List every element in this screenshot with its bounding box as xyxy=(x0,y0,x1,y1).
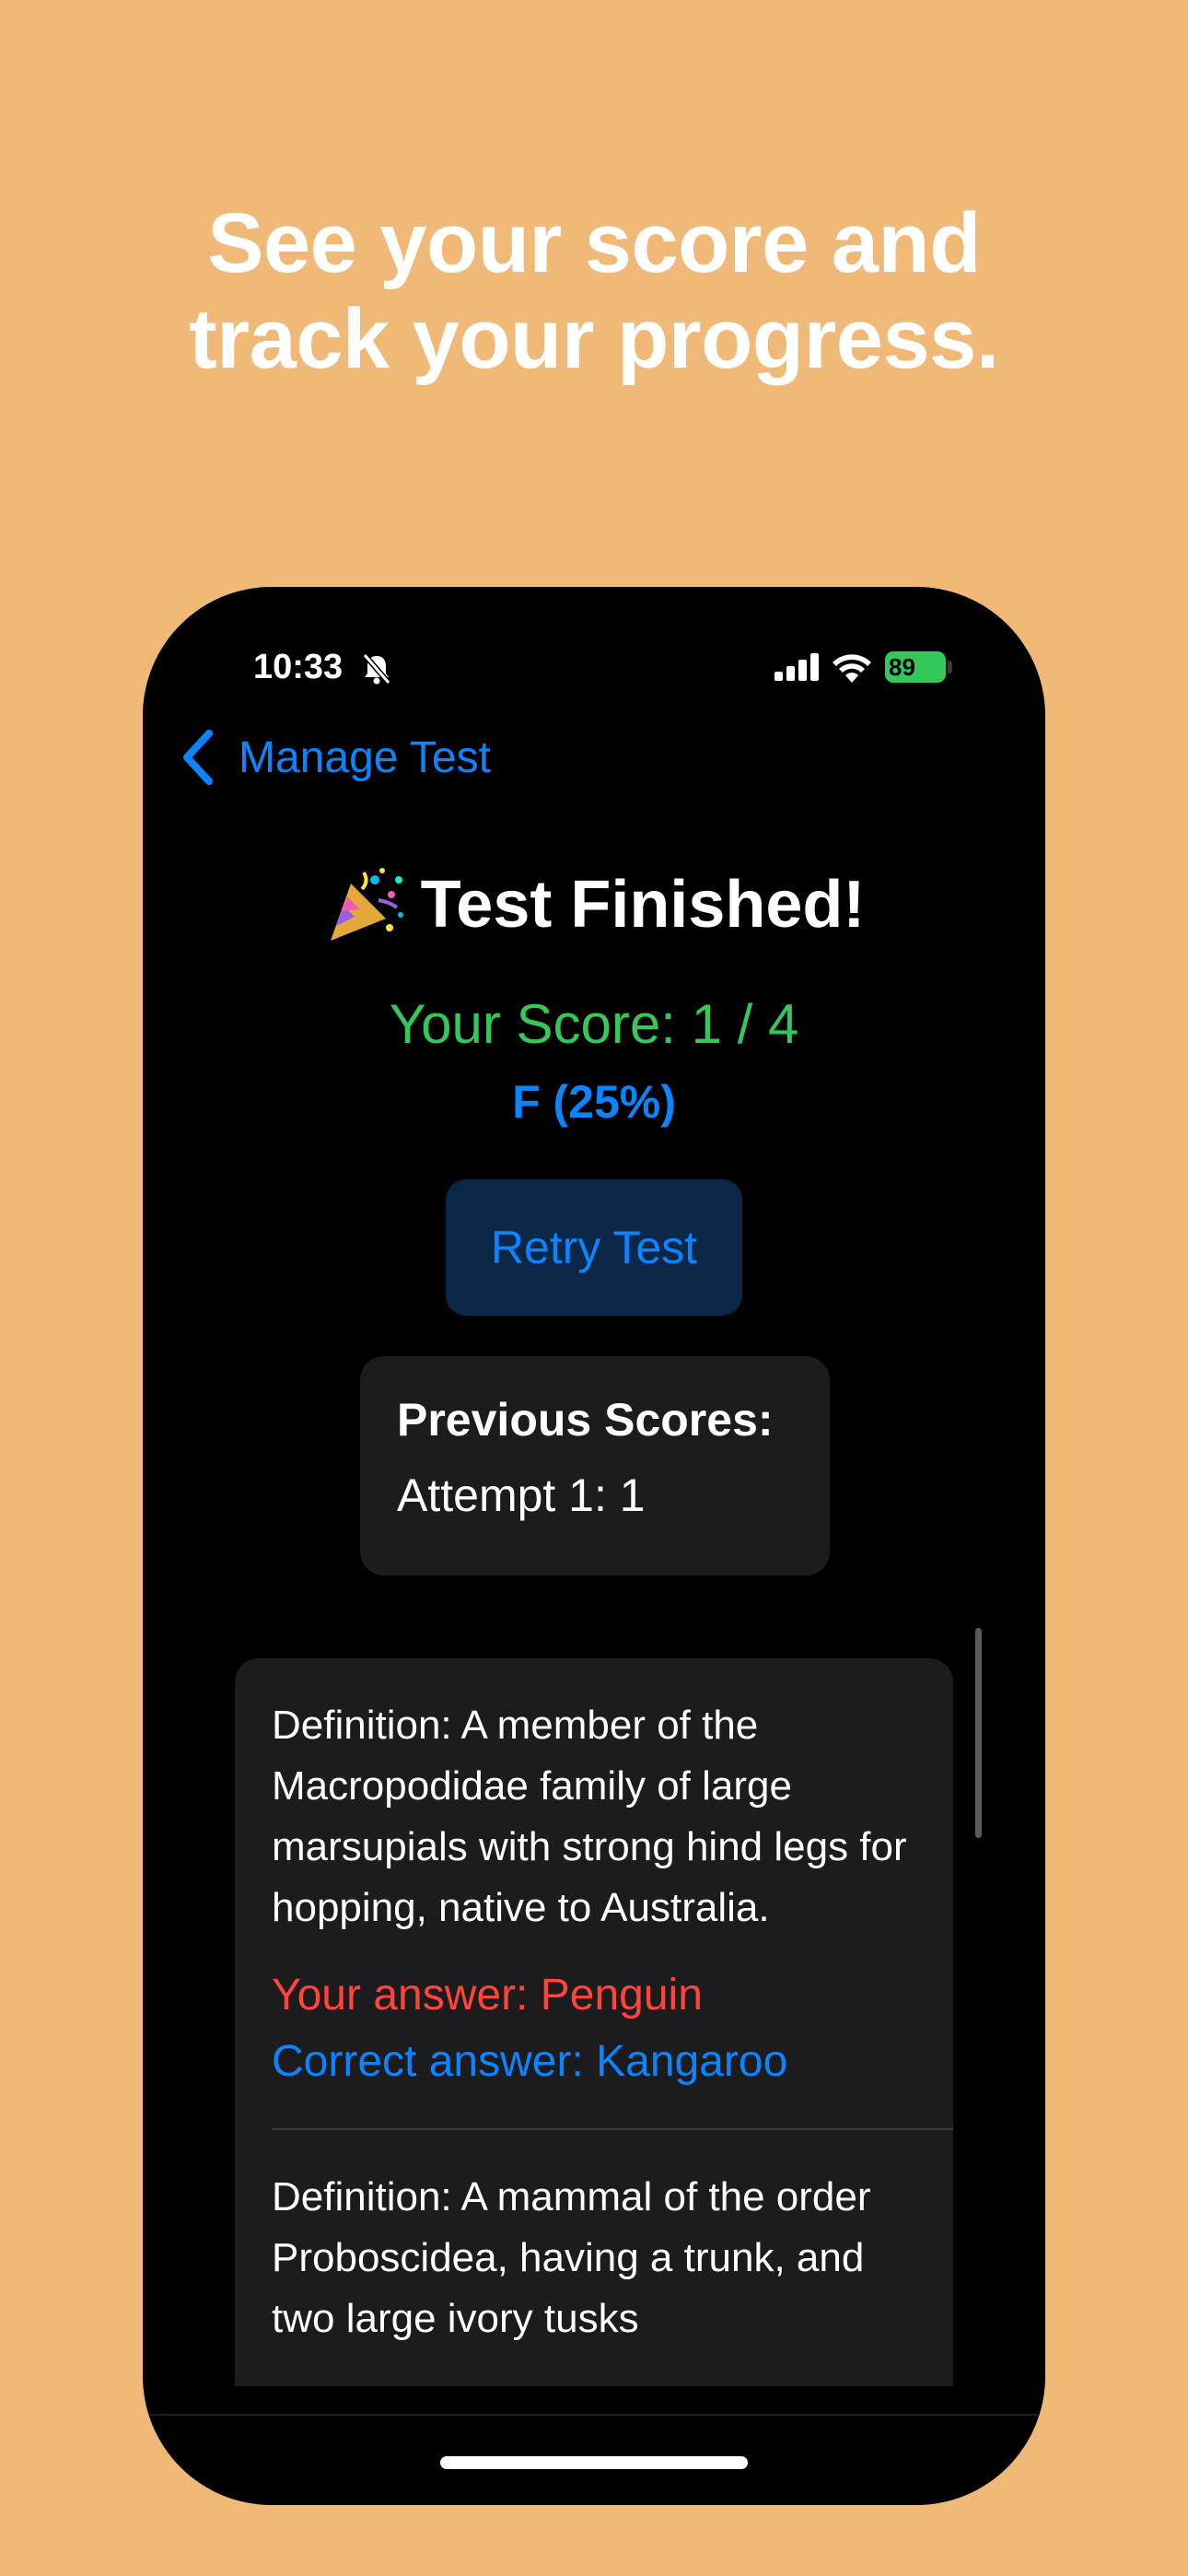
headline-line-2: track your progress. xyxy=(189,292,999,386)
bell-slash-icon xyxy=(362,653,391,685)
your-answer: Your answer: Penguin xyxy=(272,1971,703,2020)
battery-cap xyxy=(948,661,952,673)
page-title: Test Finished! xyxy=(143,863,1045,946)
results-list[interactable]: Definition: A member of the Macropodidae… xyxy=(235,1658,953,2386)
back-button[interactable]: Manage Test xyxy=(180,725,491,790)
retry-test-button[interactable]: Retry Test xyxy=(446,1179,742,1316)
battery-indicator: 89 xyxy=(885,651,946,683)
wifi-icon xyxy=(833,654,871,683)
chevron-left-icon xyxy=(183,730,213,785)
app-store-screenshot: See your score and track your progress. … xyxy=(0,0,1188,2576)
home-indicator[interactable] xyxy=(440,2456,748,2469)
status-time: 10:33 xyxy=(253,648,344,686)
result-item: Definition: A member of the Macropodidae… xyxy=(235,1658,953,2128)
bottom-divider xyxy=(143,2414,1045,2416)
party-popper-icon xyxy=(330,868,403,941)
previous-scores-title: Previous Scores: xyxy=(397,1394,774,1446)
back-button-label: Manage Test xyxy=(239,732,491,782)
cellular-signal-icon xyxy=(775,653,819,681)
phone-screen: 10:33 89 Manage Test Test Finished! Your… xyxy=(143,587,1045,2505)
score-text: Your Score: 1 / 4 xyxy=(389,993,799,1055)
previous-score-item: Attempt 1: 1 xyxy=(397,1469,646,1521)
result-definition: Definition: A member of the Macropodidae… xyxy=(272,1703,907,1930)
correct-answer: Correct answer: Kangaroo xyxy=(272,2037,788,2086)
scrollbar[interactable] xyxy=(975,1628,982,1838)
page-title-text: Test Finished! xyxy=(420,868,866,942)
marketing-headline: See your score and track your progress. xyxy=(0,195,1188,387)
grade-text: F (25%) xyxy=(512,1076,676,1128)
headline-line-1: See your score and xyxy=(207,196,981,290)
result-item: Definition: A mammal of the order Probos… xyxy=(235,2130,953,2383)
previous-scores-card: Previous Scores: Attempt 1: 1 xyxy=(360,1356,830,1575)
result-definition: Definition: A mammal of the order Probos… xyxy=(272,2174,871,2341)
